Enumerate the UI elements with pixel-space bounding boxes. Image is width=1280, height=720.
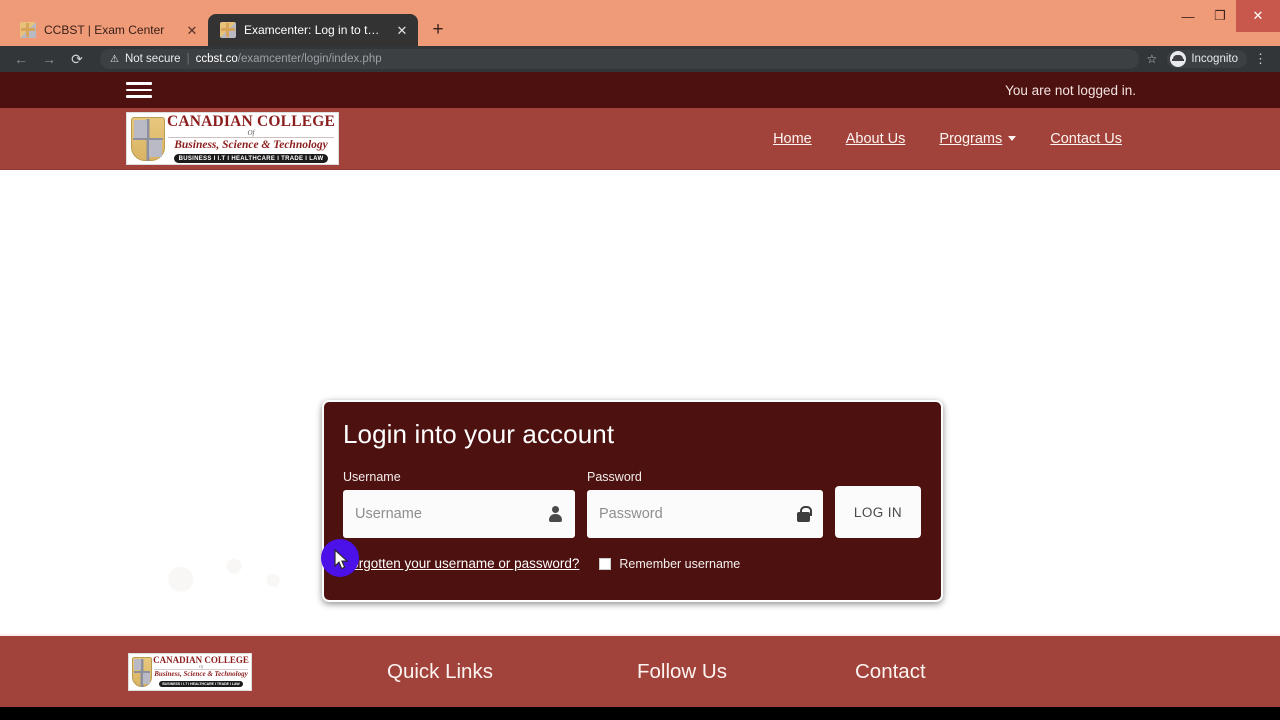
security-status-label: Not secure [124, 53, 181, 65]
back-icon[interactable]: ← [8, 46, 34, 72]
lock-icon [796, 506, 812, 522]
footer-heading-follow-us: Follow Us [637, 659, 727, 683]
site-navbar: CANADIAN COLLEGE Of Business, Science & … [0, 108, 1280, 170]
window-controls: — ❐ ✕ [1172, 0, 1280, 32]
password-input[interactable] [587, 490, 823, 538]
url-text: ccbst.co/examcenter/login/index.php [196, 53, 382, 65]
username-input[interactable] [343, 490, 575, 538]
password-label: Password [587, 470, 642, 484]
minimize-icon[interactable]: — [1172, 0, 1204, 32]
close-window-icon[interactable]: ✕ [1236, 0, 1280, 32]
username-label: Username [343, 470, 401, 484]
footer-heading-contact: Contact [855, 659, 926, 683]
crest-icon [131, 116, 165, 161]
bookmark-star-icon[interactable]: ☆ [1141, 52, 1164, 66]
mouse-cursor-icon [334, 549, 349, 570]
logo-line-2: Of [247, 129, 255, 138]
footer-columns: Quick Links Follow Us Contact [252, 660, 1280, 684]
site-footer: CANADIAN COLLEGE Of Business, Science & … [0, 634, 1280, 707]
tab-strip: CCBST | Exam Center ✕ Examcenter: Log in… [0, 0, 1280, 46]
page-viewport: You are not logged in. CANADIAN COLLEGE … [0, 72, 1280, 720]
browser-tab-1[interactable]: CCBST | Exam Center ✕ [8, 14, 208, 46]
logo-line-4: BUSINESS I I.T I HEALTHCARE I TRADE I LA… [159, 680, 243, 687]
nav-item-about-us[interactable]: About Us [846, 131, 906, 147]
login-fields: Username Password LOG IN [343, 470, 921, 538]
username-group: Username [343, 470, 575, 538]
password-field-wrapper [587, 490, 823, 538]
nav-label: About Us [845, 130, 906, 147]
nav-label: Programs [939, 130, 1003, 147]
incognito-profile-button[interactable]: Incognito [1167, 50, 1247, 68]
remember-username-checkbox[interactable] [599, 557, 612, 570]
nav-item-contact-us[interactable]: Contact Us [1050, 131, 1122, 147]
logo-line-4: BUSINESS I I.T I HEALTHCARE I TRADE I LA… [173, 154, 329, 164]
close-icon[interactable]: ✕ [394, 22, 410, 38]
incognito-icon [1170, 51, 1187, 67]
browser-toolbar: ← → ⟳ ⚠ Not secure | ccbst.co/examcenter… [0, 46, 1280, 72]
login-button[interactable]: LOG IN [835, 486, 921, 538]
maximize-icon[interactable]: ❐ [1204, 0, 1236, 32]
close-icon[interactable]: ✕ [184, 22, 200, 38]
site-topbar: You are not logged in. [0, 72, 1280, 108]
logo-line-3: Business, Science & Technology [154, 669, 248, 679]
footer-logo[interactable]: CANADIAN COLLEGE Of Business, Science & … [128, 652, 252, 691]
warning-triangle-icon: ⚠ [110, 53, 119, 65]
url-path: /examcenter/login/index.php [237, 53, 382, 65]
chevron-down-icon [1008, 136, 1017, 141]
password-group: Password [587, 470, 823, 538]
remember-username-group: Remember username [599, 557, 740, 571]
tab-title: CCBST | Exam Center [44, 23, 165, 37]
address-bar[interactable]: ⚠ Not secure | ccbst.co/examcenter/login… [100, 49, 1139, 69]
logo-line-1: CANADIAN COLLEGE [166, 112, 336, 130]
remember-username-label[interactable]: Remember username [619, 557, 740, 571]
site-logo[interactable]: CANADIAN COLLEGE Of Business, Science & … [126, 112, 339, 165]
nav-item-programs[interactable]: Programs [939, 130, 1017, 147]
tab-title: Examcenter: Log in to the site [244, 23, 386, 37]
footer-heading-quick-links: Quick Links [387, 659, 493, 683]
browser-window: CCBST | Exam Center ✕ Examcenter: Log in… [0, 0, 1280, 720]
logo-text: CANADIAN COLLEGE Of Business, Science & … [166, 112, 336, 164]
background-watermark [150, 548, 290, 600]
nav-label: Home [773, 130, 812, 147]
login-card-footer: Forgotten your username or password? Rem… [343, 556, 921, 571]
page-title: Login into your account [343, 419, 615, 449]
url-host: ccbst.co [195, 53, 238, 65]
forgot-password-link[interactable]: Forgotten your username or password? [343, 556, 579, 571]
omnibox-separator: | [186, 53, 190, 65]
reload-icon[interactable]: ⟳ [64, 46, 90, 72]
user-icon [548, 506, 563, 522]
forward-icon[interactable]: → [36, 46, 62, 72]
ccbst-crest-icon [20, 22, 36, 38]
browser-tab-2[interactable]: Examcenter: Log in to the site ✕ [208, 14, 418, 46]
crest-icon [132, 656, 152, 687]
nav-links: Home About Us Programs Contact Us [773, 131, 1122, 147]
footer-logo-text: CANADIAN COLLEGE Of Business, Science & … [153, 656, 249, 687]
incognito-label: Incognito [1191, 53, 1238, 65]
ccbst-crest-icon [220, 22, 236, 38]
browser-menu-icon[interactable]: ⋮ [1249, 51, 1272, 67]
nav-item-home[interactable]: Home [773, 131, 812, 147]
hamburger-icon[interactable] [126, 82, 152, 98]
login-card: Login into your account Username Passwor… [322, 400, 943, 602]
bottom-black-bar [0, 707, 1280, 720]
username-field-wrapper [343, 490, 575, 538]
nav-label: Contact Us [1050, 130, 1122, 147]
new-tab-button[interactable]: + [424, 16, 452, 44]
logo-line-3: Business, Science & Technology [168, 137, 334, 152]
login-status-text: You are not logged in. [1005, 82, 1136, 98]
page-content: Login into your account Username Passwor… [0, 170, 1280, 602]
